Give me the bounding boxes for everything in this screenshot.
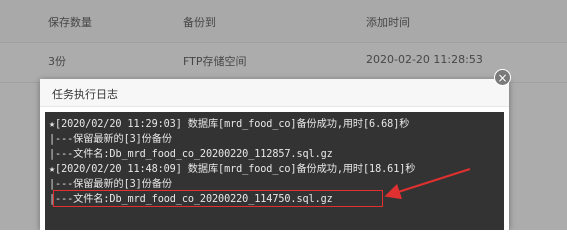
log-line: ★[2020/02/20 11:29:03] 数据库[mrd_food_co]备… [49, 119, 410, 130]
highlight-box [53, 190, 383, 207]
log-line: |---保留最新的[3]份备份 [49, 179, 172, 190]
dialog-title: 任务执行日志 [52, 88, 118, 101]
log-line: |---文件名:Db_mrd_food_co_20200220_112857.s… [49, 149, 333, 160]
log-line: ★[2020/02/20 11:48:09] 数据库[mrd_food_co]备… [49, 164, 416, 175]
dialog-titlebar[interactable]: 任务执行日志 [40, 79, 509, 107]
task-log-dialog: 任务执行日志 ★[2020/02/20 11:29:03] 数据库[mrd_fo… [40, 79, 509, 230]
log-output[interactable]: ★[2020/02/20 11:29:03] 数据库[mrd_food_co]备… [45, 112, 504, 230]
page: 保存数量 备份到 添加时间 3份 FTP存储空间 2020-02-20 11:2… [0, 0, 567, 230]
close-icon[interactable]: × [494, 69, 511, 86]
log-line: |---保留最新的[3]份备份 [49, 134, 172, 145]
